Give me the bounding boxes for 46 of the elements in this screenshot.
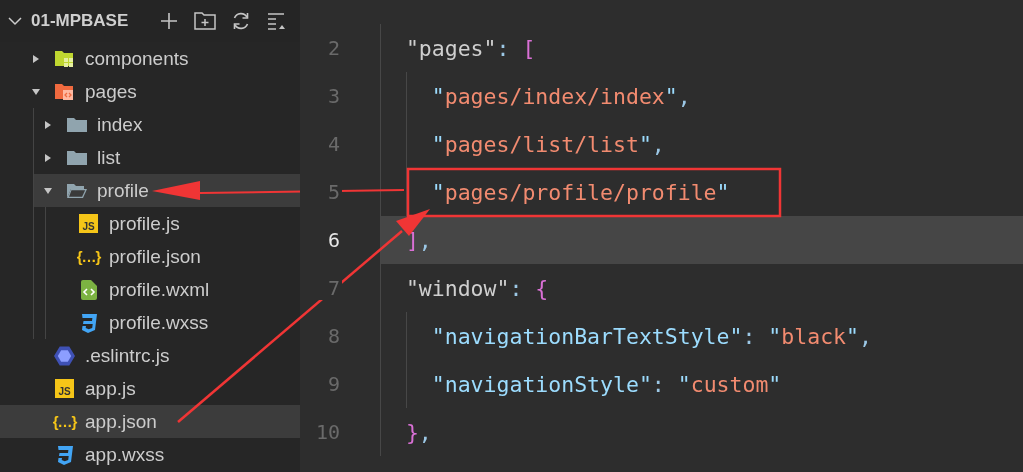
file-item[interactable]: .eslintrc.js [0,339,300,372]
file-item[interactable]: {…} app.json [0,405,300,438]
code-line: "pages": [ [405,35,536,61]
js-file-icon: JS [79,214,98,233]
file-item[interactable]: app.wxss [0,438,300,471]
code-line: "window": { [405,275,549,301]
css-file-icon [55,444,74,465]
collapse-all-icon[interactable] [266,11,286,31]
caret-down-icon [43,185,53,196]
file-item[interactable]: profile.wxml [46,273,300,306]
code-file-icon [80,279,97,300]
file-item[interactable]: profile.wxss [46,306,300,339]
folder-item[interactable]: components [0,42,300,75]
code-line: "pages/list/list", [431,131,665,157]
code-line: "pages/index/index", [431,83,691,109]
folder-item[interactable]: index [34,108,300,141]
component-folder-icon [54,49,75,68]
refresh-icon[interactable] [231,11,251,31]
code-line: "pages/profile/profile" [431,179,730,205]
json-file-icon: {…} [52,413,77,430]
folder-item[interactable]: pages [0,75,300,108]
file-item[interactable]: {…} profile.json [46,240,300,273]
file-item[interactable]: JS profile.js [46,207,300,240]
code-line: }, [405,419,432,445]
css-file-icon [79,312,98,333]
file-item[interactable]: JS app.js [0,372,300,405]
chevron-down-icon[interactable] [8,16,22,26]
code-line: "navigationStyle": "custom" [431,371,782,397]
code-folder-icon [54,82,75,101]
folder-icon [66,116,87,133]
json-file-icon: {…} [76,248,101,265]
folder-item[interactable]: list [34,141,300,174]
caret-down-icon [31,86,41,97]
folder-icon [66,149,87,166]
new-file-icon[interactable] [159,11,179,31]
new-folder-icon[interactable] [194,11,216,31]
code-line: ], [405,227,432,253]
caret-right-icon [43,152,53,163]
hexagon-icon [54,345,75,366]
project-title: 01-MPBASE [31,11,129,31]
caret-right-icon [31,53,41,64]
caret-right-icon [43,119,53,130]
code-line: "navigationBarTextStyle": "black", [431,323,872,349]
open-folder-icon [66,182,87,199]
js-file-icon: JS [55,379,74,398]
folder-item[interactable]: profile [34,174,300,207]
